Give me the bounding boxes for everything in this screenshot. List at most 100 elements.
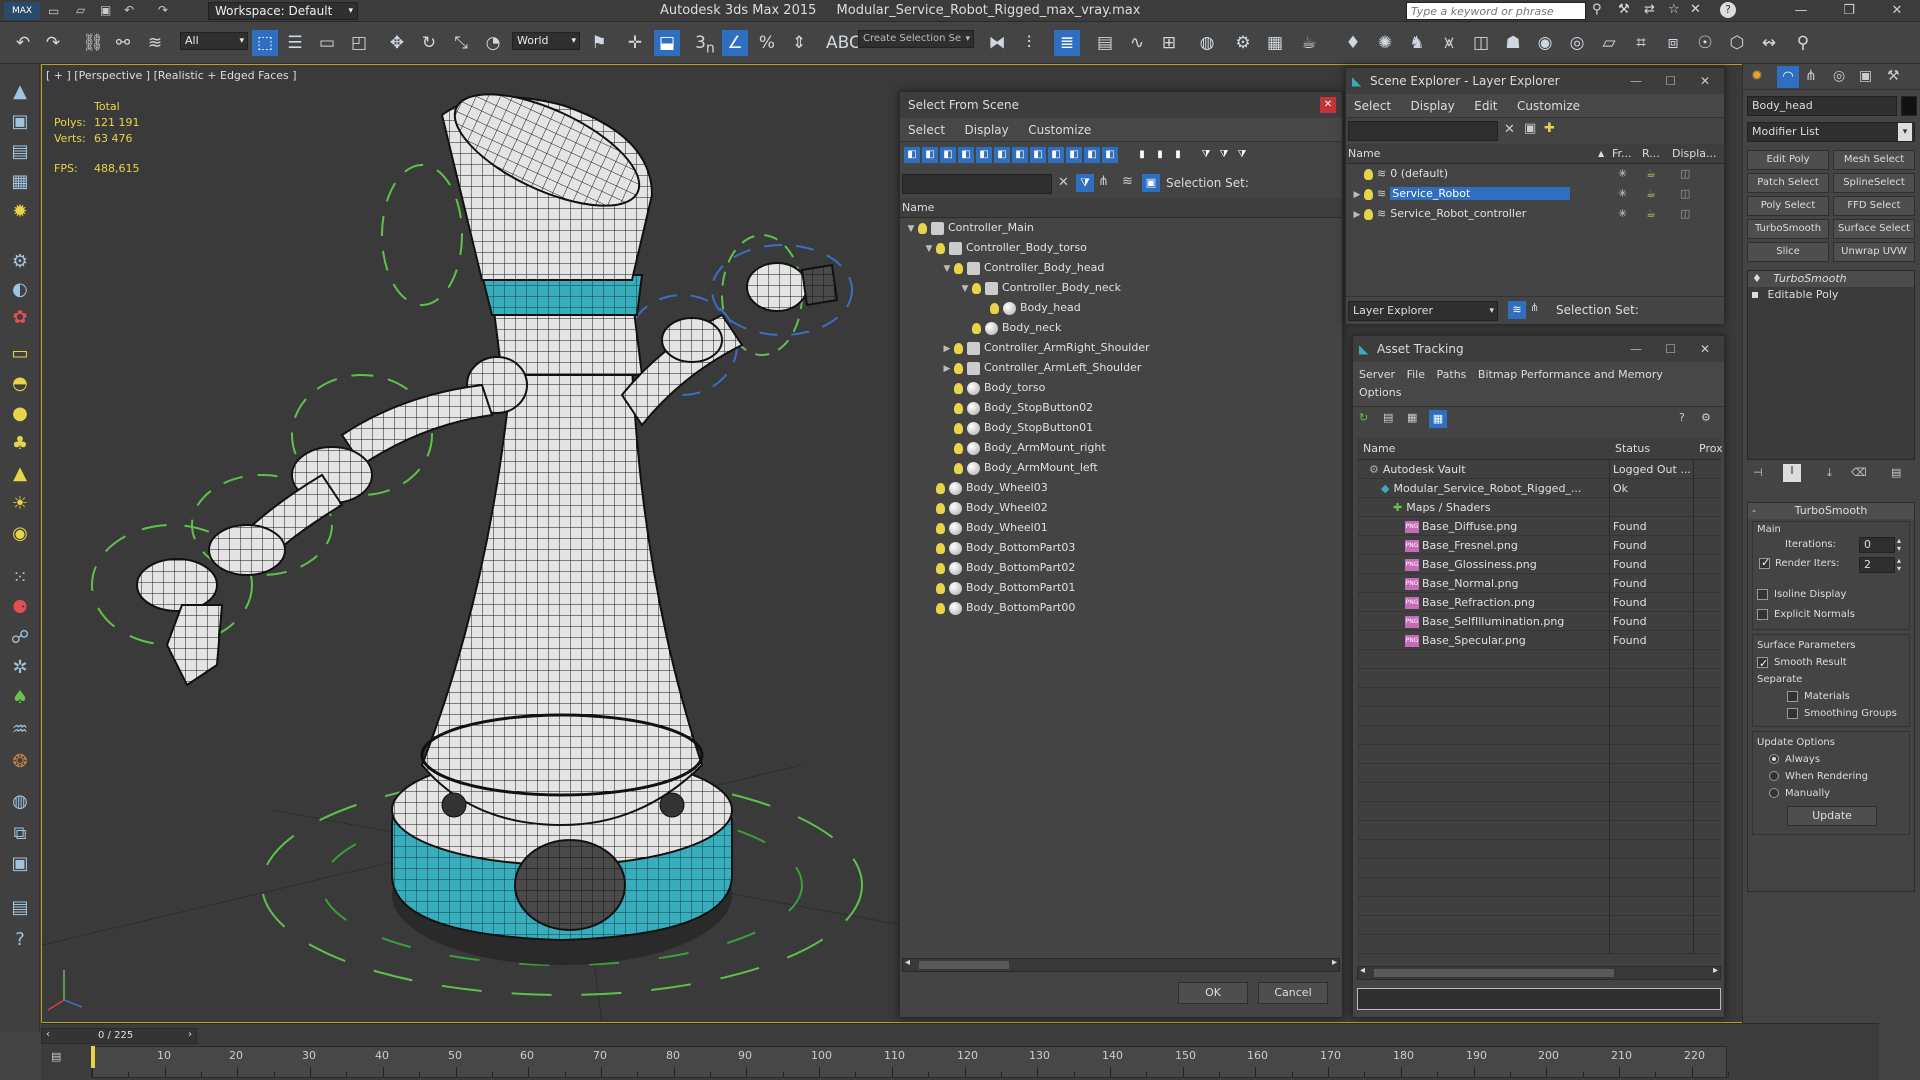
filter-spacewarps-icon[interactable]: ◧ <box>994 147 1010 163</box>
lightbulb-icon[interactable] <box>918 222 927 234</box>
lightbulb-icon[interactable] <box>1364 208 1373 220</box>
close-icon[interactable]: ✕ <box>1320 97 1336 113</box>
update-button[interactable]: Update <box>1787 806 1877 826</box>
asset-row[interactable]: ⚙ Autodesk Vault Logged Out ... <box>1357 460 1721 479</box>
lightbulb-icon[interactable] <box>954 362 963 374</box>
create-particle-icon[interactable]: ⁙ <box>6 564 34 592</box>
modifier-button[interactable]: SplineSelect <box>1833 173 1915 193</box>
scene-object-row[interactable]: Body_neck <box>900 318 1342 338</box>
display-tab-icon[interactable]: ▣ <box>1859 68 1872 84</box>
create-spacewarp-icon[interactable]: ◐ <box>6 276 34 304</box>
menu-select[interactable]: Select <box>1346 94 1399 118</box>
create-pattern-icon[interactable]: ❂ <box>6 748 34 776</box>
open-file-icon[interactable]: ▱ <box>76 3 85 17</box>
col-render[interactable]: R... <box>1642 144 1660 164</box>
filter-filter-icon[interactable]: ⧩ <box>1198 147 1214 163</box>
col-name[interactable]: Name <box>1348 144 1380 164</box>
lightbulb-icon[interactable] <box>936 582 945 594</box>
search-box[interactable] <box>1406 2 1586 20</box>
scene-object-row[interactable]: Body_BottomPart00 <box>900 598 1342 618</box>
table-view-icon[interactable]: ▦ <box>1429 410 1447 428</box>
save-file-icon[interactable]: ▣ <box>100 3 111 17</box>
vray-plane-icon[interactable]: ▱ <box>1596 30 1622 56</box>
viewport-layers-icon[interactable]: ⧉ <box>6 820 34 848</box>
freeze-icon[interactable]: ✳ <box>1618 204 1627 224</box>
scroll-left-icon[interactable]: ◂ <box>905 957 910 968</box>
expanded-arrow-icon[interactable]: ▼ <box>904 219 918 239</box>
isoline-checkbox[interactable] <box>1757 588 1768 600</box>
scene-object-row[interactable]: Body_Wheel03 <box>900 478 1342 498</box>
scene-object-row[interactable]: Body_Wheel02 <box>900 498 1342 518</box>
lightbulb-icon[interactable] <box>990 302 999 314</box>
create-box-icon[interactable]: ▣ <box>6 108 34 136</box>
collapsed-arrow-icon[interactable]: ▶ <box>940 339 954 359</box>
scene-object-row[interactable]: Body_BottomPart03 <box>900 538 1342 558</box>
named-selection-dropdown[interactable]: Create Selection Se ▾ <box>858 30 974 48</box>
object-color-swatch[interactable] <box>1901 96 1917 116</box>
asset-row[interactable]: ◆ Modular_Service_Robot_Rigged_... Ok <box>1357 479 1721 498</box>
asset-row[interactable]: PNG Base_Fresnel.png Found <box>1357 536 1721 555</box>
rect-selection-icon[interactable]: ▭ <box>314 30 340 56</box>
layer-row[interactable]: ▶ ≋ Service_Robot_controller ✳ ☕ ◫ <box>1346 204 1724 224</box>
create-plane-icon[interactable]: ▭ <box>6 340 34 368</box>
hierarchy-mode-icon[interactable]: ⋔ <box>1530 301 1539 314</box>
filter-cameras-icon[interactable]: ◧ <box>958 147 974 163</box>
redo-icon[interactable]: ↷ <box>40 30 66 56</box>
configure-sets-icon[interactable]: ▤ <box>1891 466 1901 479</box>
window-crossing-icon[interactable]: ◰ <box>346 30 372 56</box>
material-editor-icon[interactable]: ◍ <box>1194 30 1220 56</box>
modifier-button[interactable]: Patch Select <box>1747 173 1829 193</box>
collapsed-arrow-icon[interactable]: ▶ <box>1350 185 1364 205</box>
viewport-sphere-icon[interactable]: ◍ <box>6 788 34 816</box>
scroll-thumb[interactable] <box>1374 969 1614 977</box>
funnel-filter-icon[interactable]: ⧩ <box>1076 174 1094 192</box>
col-asset-proxy[interactable]: Prox <box>1699 438 1723 460</box>
new-file-icon[interactable]: ▭ <box>48 4 59 18</box>
scene-object-row[interactable]: Body_Wheel01 <box>900 518 1342 538</box>
modifier-button[interactable]: Edit Poly <box>1747 150 1829 170</box>
horizontal-scrollbar[interactable]: ◂ ▸ <box>902 957 1340 972</box>
menu-display[interactable]: Display <box>1403 94 1463 118</box>
vray-light-lister-icon[interactable]: ⚲ <box>1790 30 1816 56</box>
scale-icon[interactable]: ⤡ <box>448 30 474 56</box>
create-system-icon[interactable]: ✿ <box>6 304 34 332</box>
curve-editor-toggle-icon[interactable]: ▤ <box>51 1050 61 1063</box>
freeze-icon[interactable]: ✳ <box>1618 164 1627 184</box>
create-bone-icon[interactable]: ☍ <box>6 624 34 652</box>
vray-mesh-icon[interactable]: ◎ <box>1564 30 1590 56</box>
motion-tab-icon[interactable]: ◎ <box>1833 68 1845 84</box>
lightbulb-icon[interactable] <box>954 402 963 414</box>
menu-display[interactable]: Display <box>957 118 1017 142</box>
close-x-icon[interactable]: ✕ <box>1690 2 1701 17</box>
scene-object-row[interactable]: ▼ Controller_Body_neck <box>900 278 1342 298</box>
asset-row[interactable] <box>1357 726 1721 745</box>
spinner-snap-icon[interactable]: ⇕ <box>786 30 812 56</box>
minimize-icon[interactable]: — <box>1630 68 1642 94</box>
edit-named-selection-icon[interactable]: ABC <box>826 30 861 56</box>
asset-row[interactable]: PNG Base_Diffuse.png Found <box>1357 517 1721 536</box>
pivot-center-icon[interactable]: ⚑ <box>586 30 612 56</box>
viewport-monitor-icon[interactable]: ▣ <box>6 850 34 878</box>
scene-object-row[interactable]: ▼ Controller_Body_torso <box>900 238 1342 258</box>
asset-h-scrollbar[interactable]: ◂ ▸ <box>1357 965 1721 980</box>
show-end-result-icon[interactable]: I <box>1783 464 1801 482</box>
render-teapot-icon[interactable]: ☕ <box>1646 184 1656 204</box>
add-to-layer-icon[interactable]: ✚ <box>1544 121 1555 136</box>
viewport-clipboard-icon[interactable]: ▤ <box>6 894 34 922</box>
asset-row[interactable] <box>1357 821 1721 840</box>
layer-mode-icon[interactable]: ≋ <box>1508 301 1526 319</box>
reference-coord-dropdown[interactable]: World ▾ <box>512 32 580 50</box>
utilities-tab-icon[interactable]: ⚒ <box>1887 68 1900 84</box>
schematic-view-icon[interactable]: ⊞ <box>1156 30 1182 56</box>
modifier-button[interactable]: Surface Select <box>1833 219 1915 239</box>
filter-tree-icon[interactable]: ⧩ <box>1216 147 1232 163</box>
scene-object-row[interactable]: Body_StopButton02 <box>900 398 1342 418</box>
col-asset-status[interactable]: Status <box>1615 438 1650 460</box>
display-icon[interactable]: ◫ <box>1680 184 1690 204</box>
create-fur-icon[interactable]: ♣ <box>6 430 34 458</box>
undo-small-icon[interactable]: ↶ <box>124 3 134 17</box>
help-icon[interactable]: ? <box>1720 2 1736 18</box>
lightbulb-icon[interactable] <box>936 502 945 514</box>
create-omni-icon[interactable]: ◉ <box>6 520 34 548</box>
close-icon[interactable]: ✕ <box>1700 68 1710 94</box>
